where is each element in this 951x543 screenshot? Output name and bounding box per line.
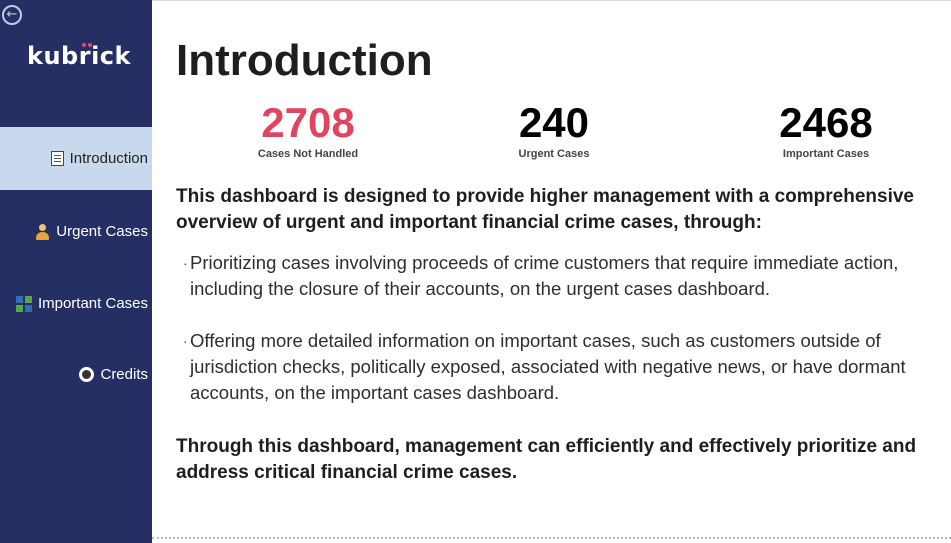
bullet-text: Prioritizing cases involving proceeds of…	[190, 252, 899, 299]
grid-icon	[15, 295, 32, 312]
sidebar-item-urgent-cases[interactable]: Urgent Cases	[0, 200, 152, 263]
bullet-text: Offering more detailed information on im…	[190, 330, 906, 403]
kubrick-logo: kubrick	[27, 42, 131, 70]
sidebar-item-label: Important Cases	[37, 295, 148, 312]
person-icon	[35, 223, 50, 240]
kpi-urgent-cases: 240 Urgent Cases	[484, 99, 624, 161]
intro-paragraph: This dashboard is designed to provide hi…	[176, 186, 914, 233]
bullet-item: · Prioritizing cases involving proceeds …	[183, 250, 943, 302]
kpi-cases-not-handled: 2708 Cases Not Handled	[238, 99, 378, 161]
bullet-dot: ·	[183, 255, 188, 271]
kpi-important-cases: 2468 Important Cases	[751, 99, 901, 161]
kpi-label: Urgent Cases	[518, 148, 590, 160]
kpi-label: Important Cases	[782, 148, 870, 160]
sidebar-item-label: Introduction	[69, 150, 148, 167]
logo-dots	[82, 43, 96, 48]
bullet-dot: ·	[183, 333, 188, 349]
kpi-label: Cases Not Handled	[257, 148, 359, 160]
page-title: Introduction	[176, 36, 433, 85]
sidebar: ← kubrick Introduction Urgent Cases Impo…	[0, 0, 152, 543]
bottom-divider	[152, 537, 951, 539]
kpi-value: 240	[518, 99, 590, 146]
sidebar-item-important-cases[interactable]: Important Cases	[0, 272, 152, 335]
kpi-value: 2708	[261, 99, 355, 146]
credits-icon	[79, 367, 95, 382]
sidebar-item-label: Urgent Cases	[56, 223, 148, 240]
sidebar-item-credits[interactable]: Credits	[0, 343, 152, 406]
bullet-item: · Offering more detailed information on …	[183, 328, 943, 406]
back-arrow-icon[interactable]: ←	[2, 5, 22, 25]
closing-paragraph: Through this dashboard, management can e…	[176, 436, 917, 483]
sidebar-item-introduction[interactable]: Introduction	[0, 127, 152, 190]
document-icon	[50, 151, 64, 166]
kpi-value: 2468	[779, 99, 873, 146]
sidebar-item-label: Credits	[100, 366, 148, 383]
